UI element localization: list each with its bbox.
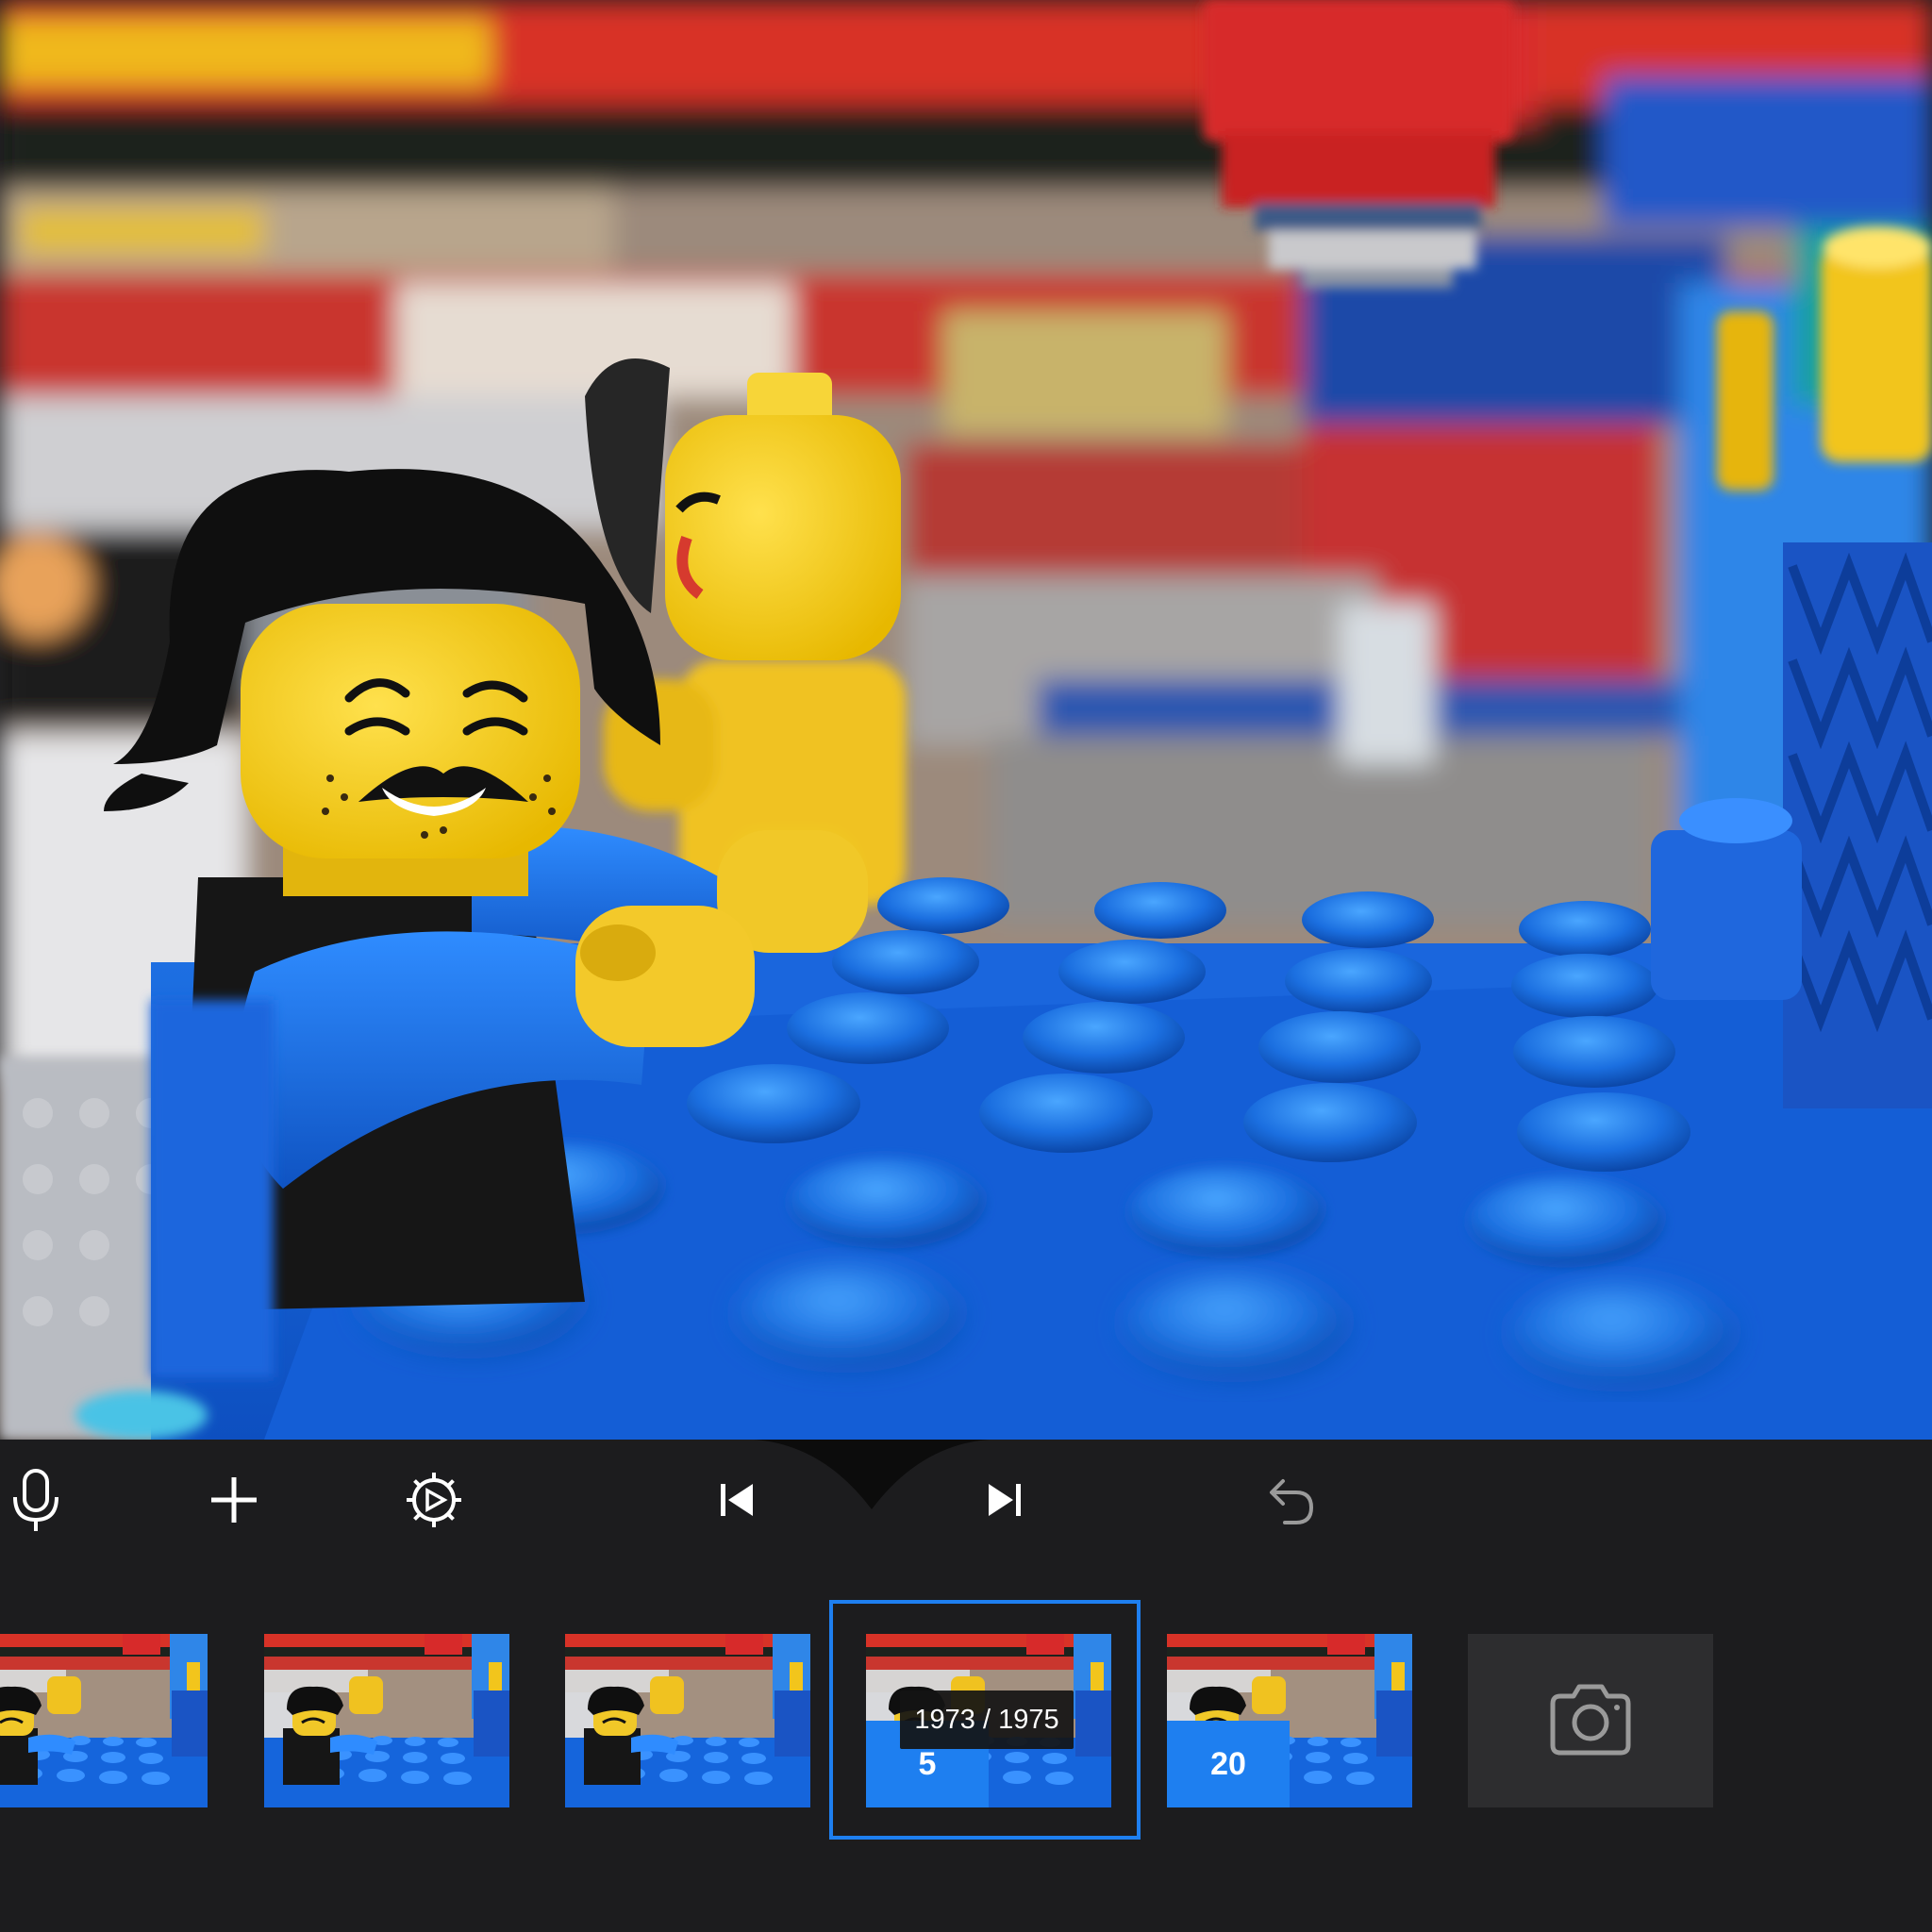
preview-scene	[0, 0, 1932, 1440]
frame-thumbnail[interactable]	[0, 1634, 208, 1807]
plus-icon	[211, 1477, 257, 1523]
stop-motion-app: 5 20 1973 / 1975	[0, 0, 1932, 1932]
frame-counter: 1973 / 1975	[900, 1690, 1074, 1749]
skip-forward-button[interactable]	[959, 1455, 1050, 1545]
capture-frame-button[interactable]	[1468, 1634, 1713, 1807]
skip-back-icon	[721, 1484, 753, 1516]
frame-thumbnail[interactable]	[264, 1634, 509, 1807]
skip-back-button[interactable]	[691, 1455, 782, 1545]
undo-button[interactable]	[1243, 1455, 1334, 1545]
settings-gear-play-icon	[407, 1473, 461, 1527]
preview-notch	[755, 1440, 989, 1509]
microphone-icon	[13, 1469, 58, 1531]
frame-thumbnail[interactable]: 20	[1167, 1634, 1412, 1807]
add-frame-button[interactable]	[189, 1455, 279, 1545]
frame-thumbnail[interactable]	[565, 1634, 810, 1807]
camera-preview[interactable]	[0, 0, 1932, 1440]
frame-duration-badge: 20	[1167, 1721, 1290, 1807]
microphone-button[interactable]	[0, 1455, 81, 1545]
frame-thumbnail-image	[0, 1634, 208, 1807]
camera-icon	[1550, 1684, 1631, 1756]
frame-thumbnail-image	[264, 1634, 509, 1807]
frame-thumbnail-image	[565, 1634, 810, 1807]
settings-button[interactable]	[389, 1455, 479, 1545]
undo-icon	[1270, 1479, 1314, 1524]
skip-forward-icon	[989, 1484, 1021, 1516]
